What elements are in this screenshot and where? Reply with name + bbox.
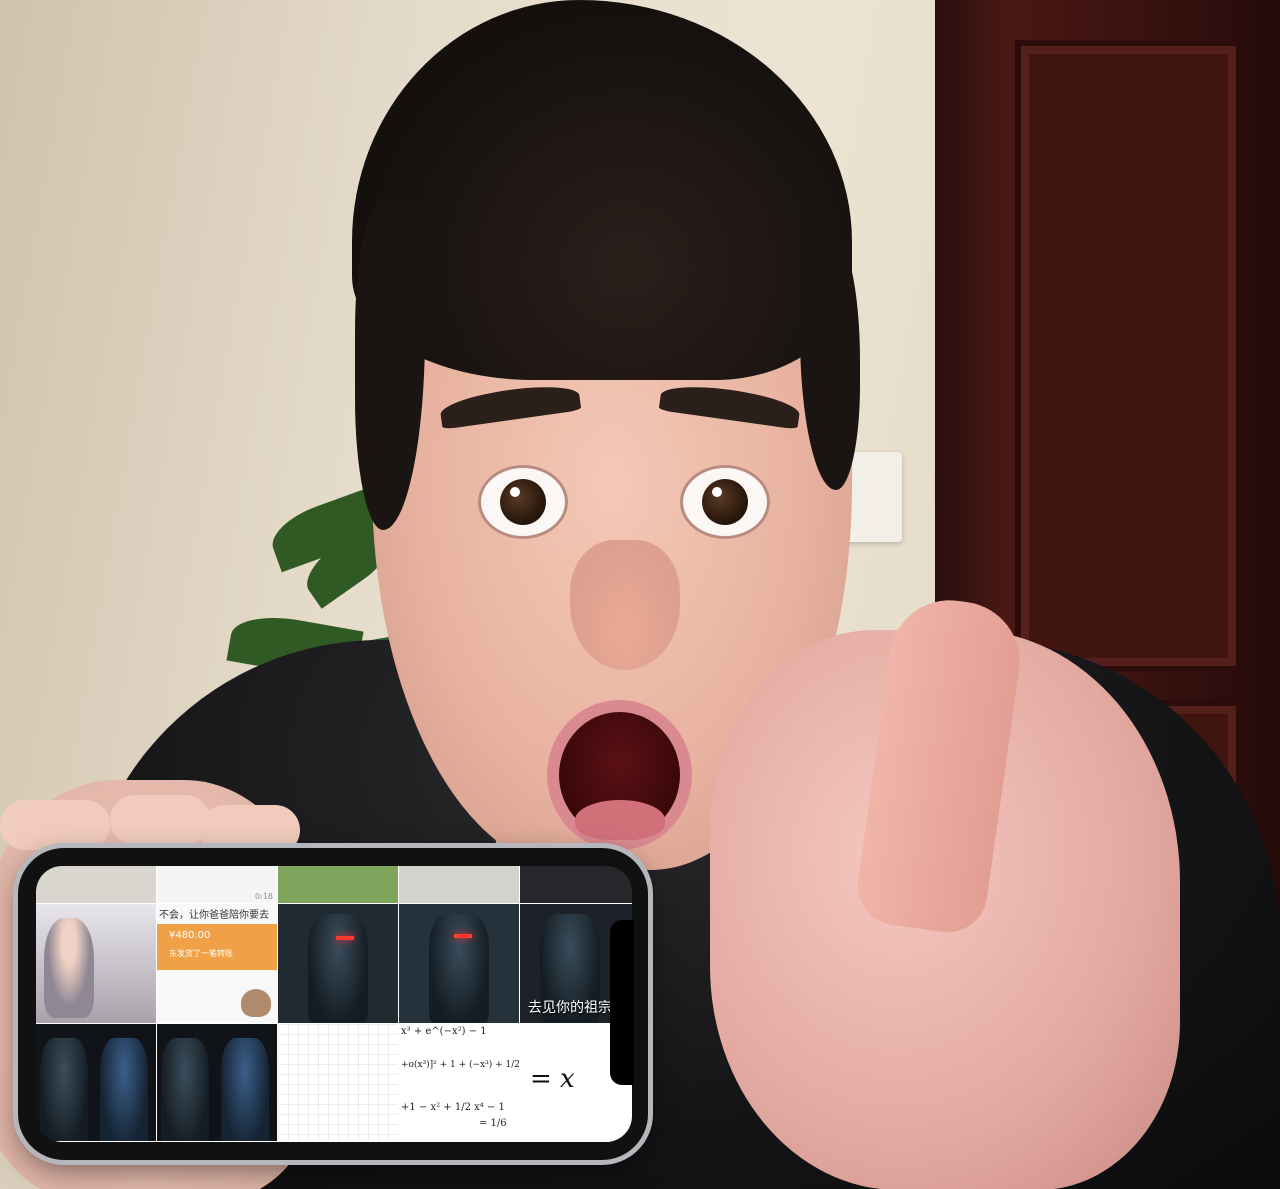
thumbnail[interactable] [399,866,520,904]
photo-scene: 0:18 不会，让你爸爸陪你要去 ¥480.00 东发货了一笔转账 去见你的祖宗… [0,0,1280,1189]
otter-sticker-icon [241,989,271,1017]
phone-notch [610,920,634,1085]
soldier-figure [161,1038,209,1141]
thumbnail[interactable] [278,904,399,1024]
thumbnail[interactable] [520,866,632,904]
math-line: x³ + e^(−x²) − 1 [401,1026,487,1037]
thumbnail[interactable]: 不会，让你爸爸陪你要去 ¥480.00 东发货了一笔转账 [157,904,278,1024]
math-line: +1 − x² + 1/2 x⁴ − 1 [401,1102,505,1113]
laser-eye [454,934,472,938]
phone-screen: 0:18 不会，让你爸爸陪你要去 ¥480.00 东发货了一笔转账 去见你的祖宗… [36,866,632,1142]
thumbnail[interactable] [36,1024,157,1142]
payment-amount: ¥480.00 [169,930,211,941]
thumbnail[interactable] [278,1024,399,1142]
finger [110,795,210,845]
math-line: = 1/6 [479,1118,507,1129]
soldier-figure [40,1038,88,1141]
soldier-figure [100,1038,148,1141]
chat-time: 0:18 [255,892,273,901]
right-iris [702,479,748,525]
laser-eye [336,936,354,940]
payment-card: ¥480.00 东发货了一笔转账 [157,924,277,970]
person-photo [44,918,94,1018]
thumbnail[interactable]: x³ + e^(−x²) − 1 +o(x³)]² + 1 + (−x³) + … [399,1024,520,1142]
thumbnail[interactable]: 0:18 [157,866,278,904]
tongue [575,800,665,840]
chat-message: 不会，让你爸爸陪你要去 [159,910,269,921]
math-line: +o(x³)]² + 1 + (−x³) + 1/2 [401,1060,520,1070]
soldier-figure [221,1038,269,1141]
finger [0,800,110,850]
handwritten-math: = x [530,1064,575,1094]
nose [570,540,680,670]
photo-gallery-grid: 0:18 不会，让你爸爸陪你要去 ¥480.00 东发货了一笔转账 去见你的祖宗… [36,866,632,1142]
video-caption: 去见你的祖宗 [528,1000,612,1016]
soldier-figure [429,914,489,1023]
right-eye [680,465,770,539]
soldier-figure [308,914,368,1023]
payment-note: 东发货了一笔转账 [169,949,233,958]
thumbnail[interactable] [36,866,157,904]
thumbnail[interactable] [278,866,399,904]
left-eye [478,465,568,539]
graph-paper [278,1024,398,1141]
left-iris [500,479,546,525]
thumbnail[interactable] [399,904,520,1024]
thumbnail[interactable] [36,904,157,1024]
door-panel-upper [1015,40,1242,672]
thumbnail[interactable] [157,1024,278,1142]
